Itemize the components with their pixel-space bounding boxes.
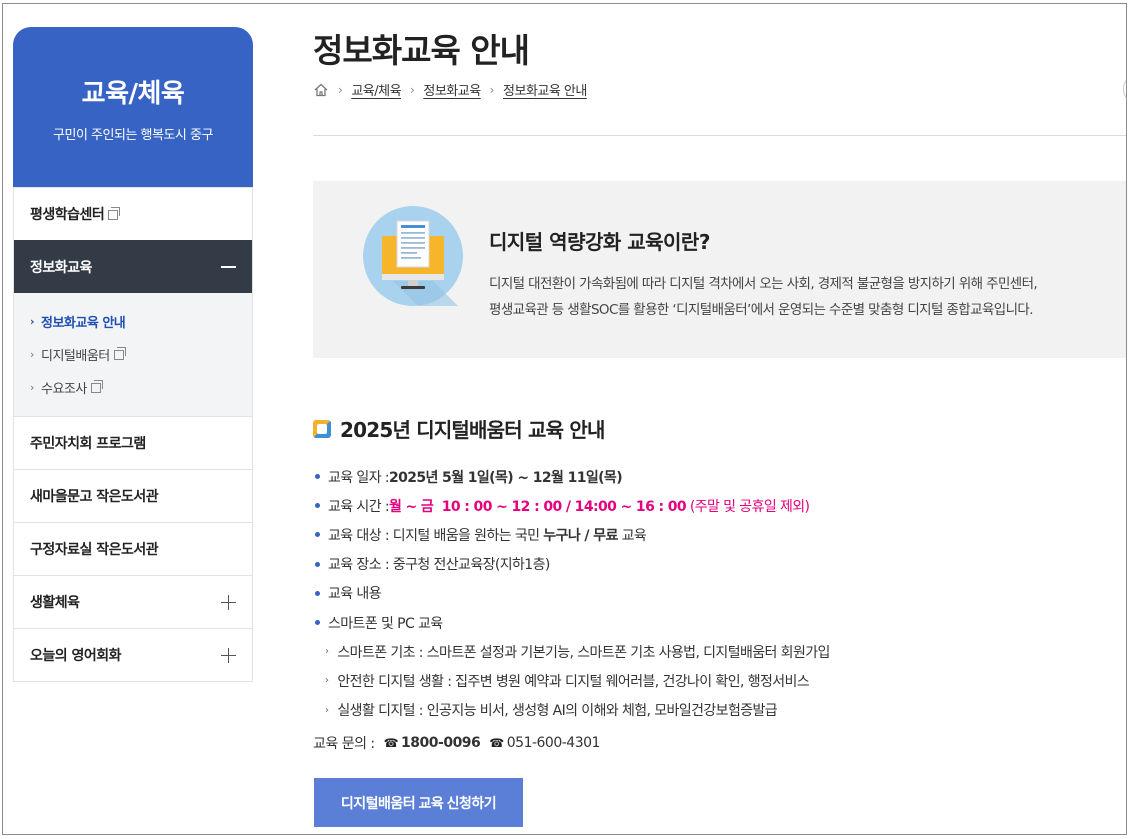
sidebar-item-label: 주민자치회 프로그램: [30, 436, 146, 452]
sidebar-title: 교육/체육: [81, 79, 185, 109]
bullet-icon: [315, 620, 320, 626]
date-label: 교육 일자 :: [328, 469, 390, 486]
list-item-content: 교육 내용: [313, 579, 1113, 608]
place-text: 교육 장소 : 중구청 전산교육장(지하1층): [328, 557, 550, 574]
submenu-item-label: 디지털배움터: [41, 349, 110, 364]
sidebar-item-english[interactable]: 오늘의 영어회화: [14, 628, 252, 681]
sidebar-item-district-library[interactable]: 구정자료실 작은도서관: [14, 522, 252, 575]
chevron-right-icon: ›: [410, 82, 415, 97]
course-text: 스마트폰 및 PC 교육: [328, 615, 443, 632]
time-note: (주말 및 공휴일 제외): [686, 498, 810, 515]
target-suffix: 교육: [617, 527, 647, 544]
new-window-icon: [108, 207, 121, 220]
intro-line: 평생교육관 등 생활SOC를 활용한 ‘디지털배움터’에서 운영되는 수준별 맞…: [489, 302, 1034, 318]
bullet-icon: [315, 532, 320, 538]
sidebar-item-sports[interactable]: 생활체육: [14, 575, 252, 628]
sidebar-item-lifelong-learning[interactable]: 평생학습센터: [14, 187, 252, 240]
chevron-right-icon: ›: [30, 348, 34, 361]
sub-course-text: 안전한 디지털 생활 : 집주변 병원 예약과 디지털 웨어러블, 건강나이 확…: [337, 673, 810, 690]
submenu-item-survey[interactable]: › 수요조사: [30, 371, 252, 404]
apply-button[interactable]: 디지털배움터 교육 신청하기: [314, 778, 523, 827]
chevron-right-icon: ›: [325, 675, 329, 687]
target-label: 교육 대상 : 디지털 배움을 원하는 국민: [328, 527, 544, 544]
chevron-right-icon: ›: [30, 315, 35, 328]
section-title: 2025년 디지털배움터 교육 안내: [313, 414, 605, 443]
sidebar-item-label: 평생학습센터: [30, 207, 105, 223]
phone-number-secondary[interactable]: 051-600-4301: [507, 735, 601, 751]
content-text: 교육 내용: [328, 586, 382, 603]
sidebar-item-label: 정보화교육: [30, 259, 92, 276]
chevron-right-icon: ›: [325, 646, 329, 658]
list-item-time: 교육 시간 : 월 ~ 금 10 : 00 ~ 12 : 00 / 14:00 …: [313, 491, 1113, 520]
sidebar-item-label: 생활체육: [30, 595, 80, 611]
sidebar-submenu: › 정보화교육 안내 › 디지털배움터 › 수요조사: [14, 293, 252, 416]
phone-icon: ☎: [383, 736, 399, 750]
breadcrumb: › 교육/체육 › 정보화교육 › 정보화교육 안내: [313, 80, 587, 99]
chevron-right-icon: ›: [325, 704, 329, 716]
sidebar-subtitle: 구민이 주인되는 행복도시 중구: [53, 128, 213, 143]
bullet-icon: [315, 503, 320, 509]
date-value: 2025년 5월 1일(목) ~ 12월 11일(목): [388, 469, 623, 486]
breadcrumb-item[interactable]: 정보화교육: [423, 80, 481, 99]
section-icon: [313, 419, 331, 438]
time-value: 월 ~ 금 10 : 00 ~ 12 : 00 / 14:00 ~ 16 : 0…: [388, 498, 687, 515]
list-item-place: 교육 장소 : 중구청 전산교육장(지하1층): [313, 550, 1113, 579]
info-list: 교육 일자 : 2025년 5월 1일(목) ~ 12월 11일(목) 교육 시…: [313, 462, 1113, 725]
sidebar-item-it-education[interactable]: 정보화교육: [14, 240, 252, 293]
sub-list-item: › 실생활 디지털 : 인공지능 비서, 생성형 AI의 이해와 체험, 모바일…: [313, 696, 1113, 725]
phone-number-primary[interactable]: 1800-0096: [401, 735, 481, 751]
monitor-document-icon: [363, 206, 463, 306]
minus-icon[interactable]: [221, 265, 236, 268]
sub-list-item: › 안전한 디지털 생활 : 집주변 병원 예약과 디지털 웨어러블, 건강나이…: [313, 666, 1113, 695]
intro-line: 디지털 대전환이 가속화됨에 따라 디지털 격차에서 오는 사회, 경제적 불균…: [489, 276, 1038, 292]
sidebar-header: 교육/체육 구민이 주인되는 행복도시 중구: [13, 27, 253, 187]
home-icon[interactable]: [313, 82, 329, 98]
intro-box: 디지털 역량강화 교육이란? 디지털 대전환이 가속화됨에 따라 디지털 격차에…: [313, 181, 1126, 358]
browser-frame: 교육/체육 구민이 주인되는 행복도시 중구 평생학습센터 정보화교육 › 정보…: [2, 3, 1127, 835]
page-title: 정보화교육 안내: [313, 31, 530, 70]
list-item-date: 교육 일자 : 2025년 5월 1일(목) ~ 12월 11일(목): [313, 462, 1113, 491]
sidebar-item-label: 새마을문고 작은도서관: [30, 489, 159, 505]
breadcrumb-item[interactable]: 교육/체육: [351, 80, 401, 99]
chevron-right-icon: ›: [30, 381, 34, 394]
phone-icon: ☎: [489, 736, 504, 750]
chevron-right-icon: ›: [338, 82, 343, 97]
bullet-icon: [315, 590, 320, 596]
sidebar: 교육/체육 구민이 주인되는 행복도시 중구 평생학습센터 정보화교육 › 정보…: [13, 27, 253, 682]
sidebar-item-saemaeul-library[interactable]: 새마을문고 작은도서관: [14, 469, 252, 522]
submenu-item-label: 정보화교육 안내: [41, 316, 126, 331]
sub-course-text: 실생활 디지털 : 인공지능 비서, 생성형 AI의 이해와 체험, 모바일건강…: [337, 703, 778, 720]
sub-course-text: 스마트폰 기초 : 스마트폰 설정과 기본기능, 스마트폰 기초 사용법, 디지…: [337, 644, 830, 661]
section-title-text: 2025년 디지털배움터 교육 안내: [340, 418, 605, 442]
intro-title: 디지털 역량강화 교육이란?: [489, 230, 710, 254]
target-highlight: 누구나 / 무료: [543, 527, 618, 544]
bullet-icon: [315, 474, 320, 480]
contact-label: 교육 문의 :: [313, 736, 379, 752]
intro-description: 디지털 대전환이 가속화됨에 따라 디지털 격차에서 오는 사회, 경제적 불균…: [489, 271, 1126, 323]
plus-icon[interactable]: [221, 647, 236, 663]
plus-icon[interactable]: [221, 594, 236, 610]
sidebar-item-label: 구정자료실 작은도서관: [30, 542, 159, 558]
divider: [313, 135, 1126, 136]
new-window-icon: [90, 379, 103, 393]
sub-list-item: › 스마트폰 기초 : 스마트폰 설정과 기본기능, 스마트폰 기초 사용법, …: [313, 637, 1113, 666]
new-window-icon: [113, 346, 126, 360]
util-button[interactable]: [1123, 74, 1126, 104]
list-item-target: 교육 대상 : 디지털 배움을 원하는 국민 누구나 / 무료 교육: [313, 520, 1113, 549]
chevron-right-icon: ›: [489, 82, 495, 97]
contact-info: 교육 문의 : ☎ 1800-0096 ☎ 051-600-4301: [313, 733, 600, 753]
submenu-item-digital-learning[interactable]: › 디지털배움터: [30, 338, 252, 371]
submenu-item-label: 수요조사: [41, 382, 87, 397]
list-item-course: 스마트폰 및 PC 교육: [313, 608, 1113, 637]
bullet-icon: [315, 561, 320, 567]
breadcrumb-item[interactable]: 정보화교육 안내: [503, 80, 587, 99]
sidebar-menu: 평생학습센터 정보화교육 › 정보화교육 안내 › 디지털배움터 › 수요조사: [13, 187, 253, 682]
submenu-item-guide[interactable]: › 정보화교육 안내: [30, 305, 252, 338]
time-label: 교육 시간 :: [328, 498, 390, 515]
sidebar-item-resident-programs[interactable]: 주민자치회 프로그램: [14, 416, 252, 469]
sidebar-item-label: 오늘의 영어회화: [30, 648, 122, 664]
